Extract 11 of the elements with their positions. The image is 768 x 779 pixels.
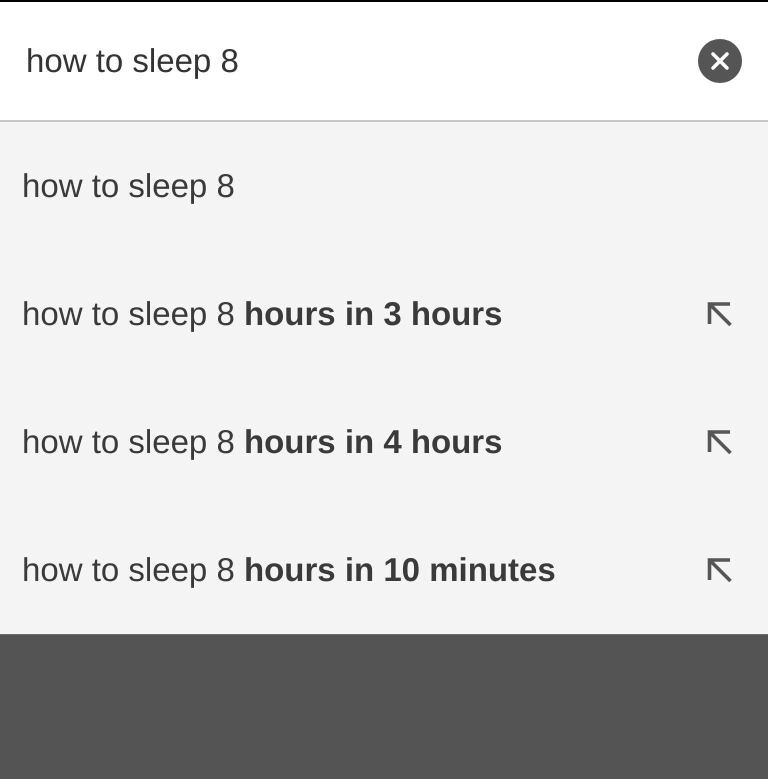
suggestion-text[interactable]: how to sleep 8 hours in 10 minutes: [22, 545, 707, 595]
up-left-arrow-icon[interactable]: [707, 429, 733, 455]
suggestion-text[interactable]: how to sleep 8: [22, 161, 733, 211]
up-left-arrow-icon[interactable]: [707, 557, 733, 583]
clear-button[interactable]: [698, 39, 742, 83]
suggestion-text[interactable]: how to sleep 8 hours in 4 hours: [22, 417, 707, 467]
search-query[interactable]: how to sleep 8: [26, 42, 239, 80]
close-icon: [711, 52, 729, 70]
search-bar[interactable]: how to sleep 8: [0, 0, 768, 122]
suggestion-text[interactable]: how to sleep 8 hours in 3 hours: [22, 289, 707, 339]
up-left-arrow-icon[interactable]: [707, 301, 733, 327]
